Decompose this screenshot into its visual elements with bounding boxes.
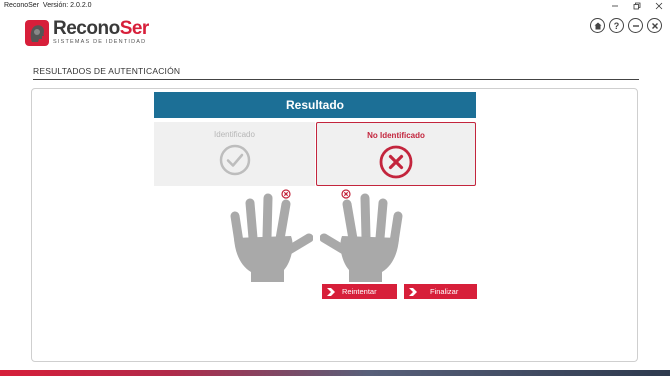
finish-button[interactable]: Finalizar xyxy=(404,284,477,299)
left-index-error-icon xyxy=(281,189,291,199)
right-hand-icon xyxy=(320,193,403,282)
not-identified-label: No Identificado xyxy=(367,131,425,140)
window-minimize-button[interactable] xyxy=(604,0,626,12)
window-title: ReconoSer Versión: 2.0.2.0 xyxy=(4,2,92,9)
x-circle-icon xyxy=(379,145,413,179)
home-icon[interactable] xyxy=(590,18,605,33)
window-restore-button[interactable] xyxy=(626,0,648,12)
identified-option: Identificado xyxy=(154,122,315,186)
section-divider xyxy=(33,79,639,80)
logo-head-icon xyxy=(25,20,49,46)
section-title: RESULTADOS DE AUTENTICACIÓN xyxy=(33,66,181,76)
retry-button[interactable]: Reintentar xyxy=(322,284,397,299)
close-icon[interactable] xyxy=(647,18,662,33)
reconoser-logo: ReconoSer SISTEMAS DE IDENTIDAD xyxy=(25,18,149,48)
right-index-error-icon xyxy=(341,189,351,199)
chevron-right-icon xyxy=(327,287,335,296)
identified-label: Identificado xyxy=(214,130,255,139)
finish-label: Finalizar xyxy=(430,287,459,296)
footer-gradient-bar xyxy=(0,370,670,376)
help-icon[interactable]: ? xyxy=(609,18,624,33)
window-close-button[interactable] xyxy=(648,0,670,12)
header-toolbar: ? xyxy=(590,18,662,33)
not-identified-option: No Identificado xyxy=(316,122,476,186)
window-titlebar: ReconoSer Versión: 2.0.2.0 xyxy=(0,0,670,12)
check-circle-icon xyxy=(219,144,250,176)
retry-label: Reintentar xyxy=(342,287,377,296)
result-header: Resultado xyxy=(154,92,476,118)
left-hand-icon xyxy=(230,193,313,282)
app-header: ReconoSer SISTEMAS DE IDENTIDAD ? xyxy=(0,12,670,50)
logo-subtitle: SISTEMAS DE IDENTIDAD xyxy=(53,39,147,45)
minimize-icon[interactable] xyxy=(628,18,643,33)
chevron-right-icon xyxy=(409,287,417,296)
